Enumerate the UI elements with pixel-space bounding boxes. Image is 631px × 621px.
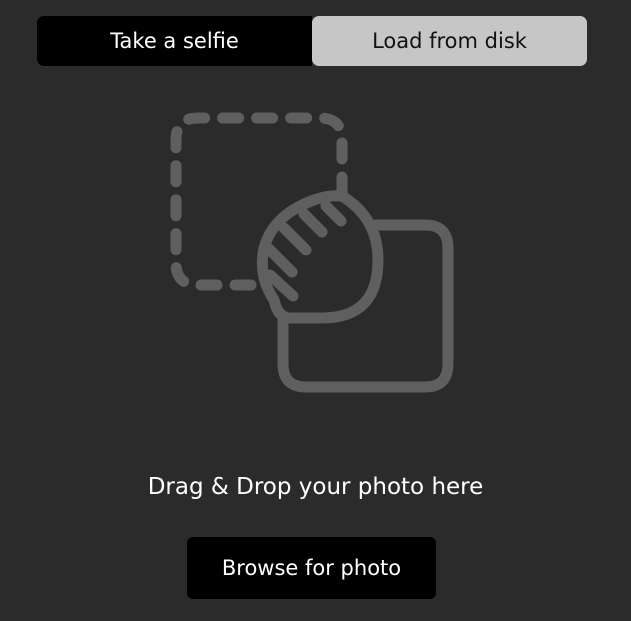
browse-for-photo-label: Browse for photo	[221, 556, 402, 580]
tab-load-from-disk-label: Load from disk	[372, 29, 527, 53]
finger-crease-2	[298, 208, 328, 238]
finger-crease-4	[262, 242, 298, 278]
photo-upload-panel: Take a selfie Load from disk Drag & Drop…	[0, 0, 631, 621]
finger-crease-3	[278, 222, 312, 256]
source-tabs: Take a selfie Load from disk	[37, 16, 587, 66]
tab-load-from-disk[interactable]: Load from disk	[312, 16, 587, 66]
tab-take-selfie-label: Take a selfie	[110, 29, 239, 53]
drag-drop-photo-icon	[170, 112, 454, 393]
dropzone-instruction: Drag & Drop your photo here	[147, 474, 484, 500]
browse-for-photo-button[interactable]: Browse for photo	[187, 537, 436, 599]
tab-take-selfie[interactable]: Take a selfie	[37, 16, 312, 66]
finger-crease-1	[320, 200, 347, 227]
